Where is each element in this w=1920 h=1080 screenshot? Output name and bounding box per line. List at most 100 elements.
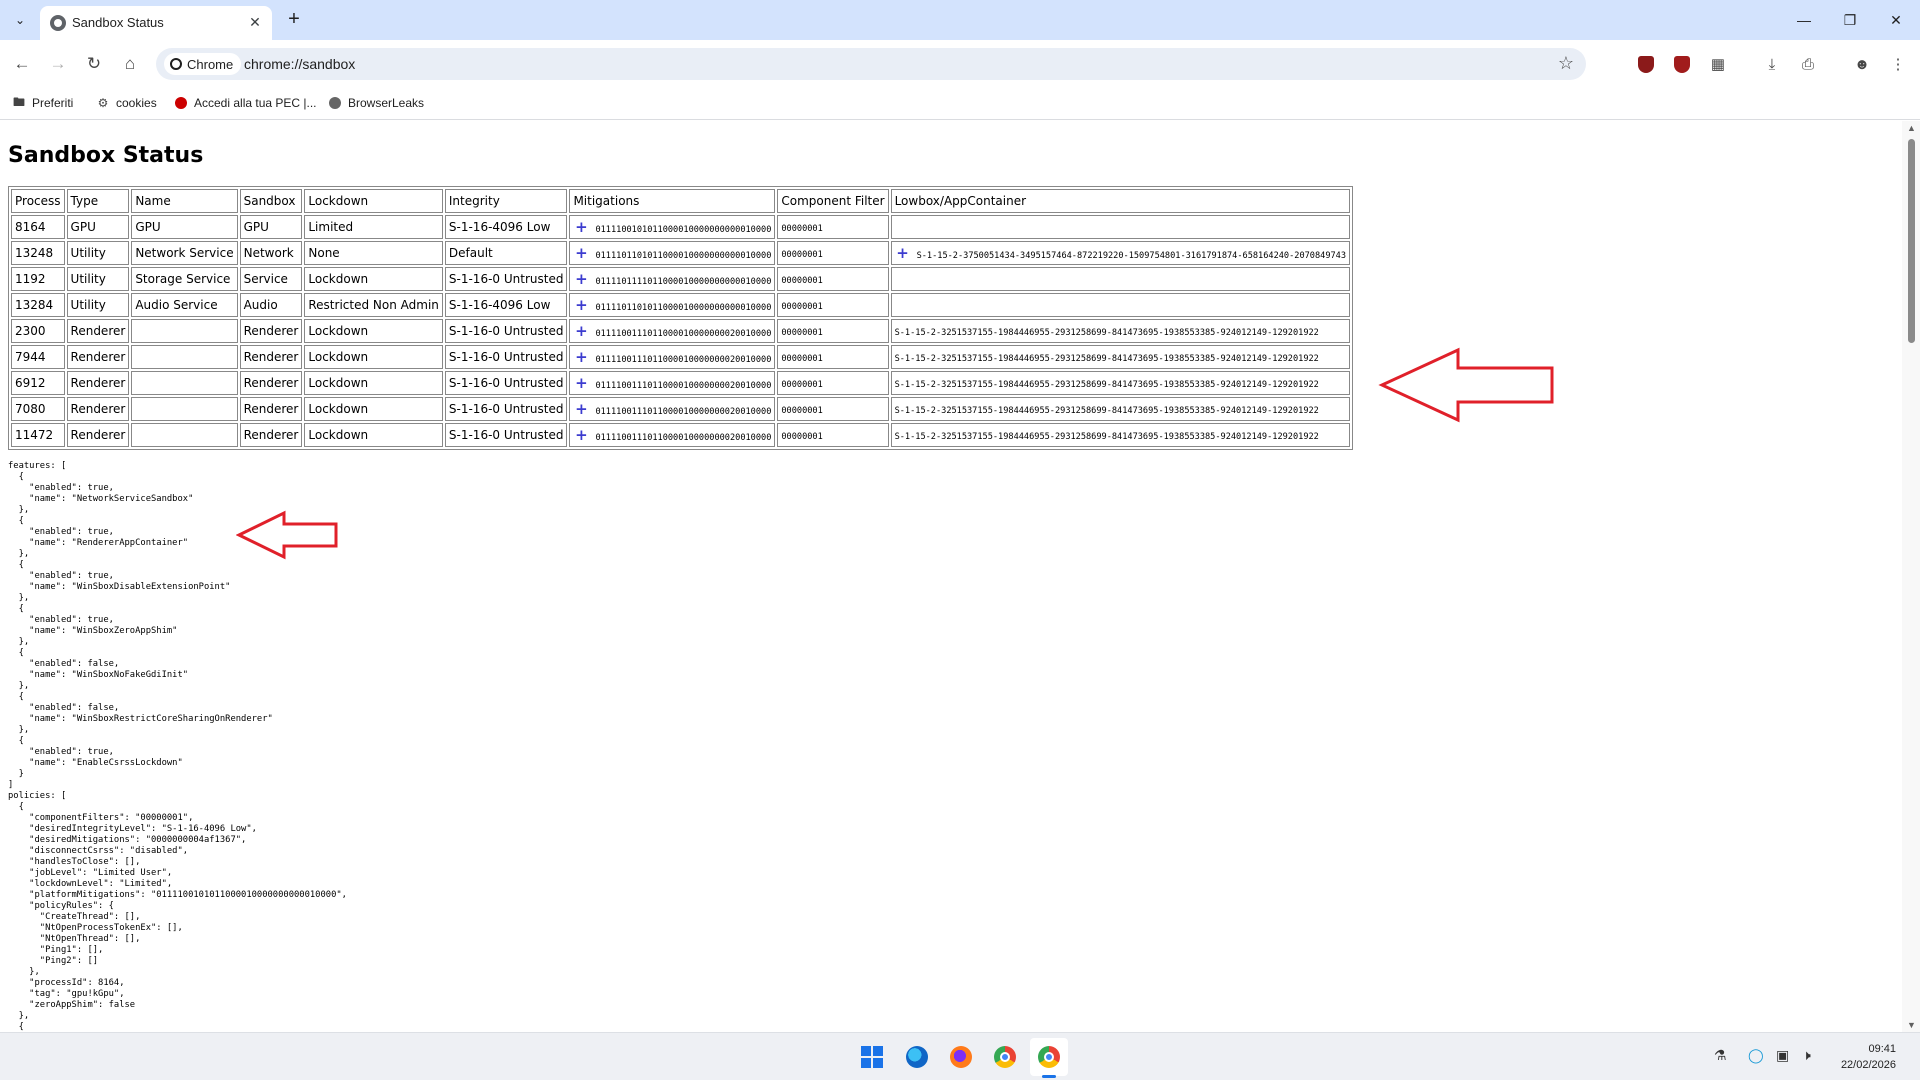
- profile-avatar-icon[interactable]: ☻: [1848, 50, 1876, 78]
- tab-search-chevron-icon[interactable]: ⌄: [8, 8, 32, 32]
- start-windows-icon[interactable]: [858, 1043, 886, 1071]
- tray-app-icon[interactable]: ⚗: [1714, 1047, 1727, 1064]
- home-icon[interactable]: ⌂: [116, 50, 144, 78]
- volume-muted-icon[interactable]: 🕨: [1802, 1047, 1811, 1064]
- cell-value: Lockdown: [308, 428, 369, 442]
- close-tab-icon[interactable]: ✕: [246, 13, 264, 31]
- cell-process: 1192: [11, 267, 65, 291]
- expand-plus-icon[interactable]: +: [573, 426, 589, 444]
- cell-process: 7080: [11, 397, 65, 421]
- cell-type: Utility: [66, 267, 130, 291]
- expand-plus-icon[interactable]: +: [573, 218, 589, 236]
- download-icon[interactable]: ⤓: [1758, 50, 1786, 78]
- cell-component-filter: 00000001: [777, 397, 889, 421]
- edge-browser-icon[interactable]: [903, 1043, 931, 1071]
- restore-icon[interactable]: ❐: [1835, 8, 1865, 32]
- cell-value: Service: [243, 272, 288, 286]
- expand-plus-icon[interactable]: +: [573, 296, 589, 314]
- browser-toolbar: ← → ↻ ⌂ Chrome chrome://sandbox ☆ ▦ ⤓ ⎙ …: [0, 40, 1920, 86]
- bookmark-preferiti[interactable]: 🖿 Preferiti: [12, 93, 73, 113]
- new-tab-plus-icon[interactable]: +: [282, 8, 306, 32]
- table-row: 8164 GPU GPU GPU Limited S-1-16-4096 Low +0111…: [11, 215, 1351, 239]
- cell-value: 0111100101011000010000000000010000: [595, 225, 772, 235]
- cell-name: [131, 423, 238, 447]
- bookmark-browserleaks[interactable]: BrowserLeaks: [328, 93, 424, 113]
- cell-value: 00000001: [781, 380, 823, 390]
- expand-plus-icon[interactable]: +: [573, 322, 589, 340]
- chrome-active-icon[interactable]: [1035, 1043, 1063, 1071]
- reload-icon[interactable]: ↻: [80, 50, 108, 78]
- cell-sandbox: GPU: [239, 215, 303, 239]
- ublock-extension-icon[interactable]: [1632, 50, 1660, 78]
- cell-value: 7080: [15, 402, 46, 416]
- tab-sandbox-status[interactable]: Sandbox Status ✕: [40, 6, 272, 40]
- cell-value: S-1-15-2-3251537155-1984446955-293125869…: [894, 328, 1319, 338]
- extensions-puzzle-icon[interactable]: ▦: [1704, 50, 1732, 78]
- bookmark-label: Accedi alla tua PEC |...: [194, 96, 317, 110]
- cell-component-filter: 00000001: [777, 267, 889, 291]
- cell-mitigations: +0111100111011000010000000020010000: [569, 319, 776, 343]
- cell-value: 0111101101011000010000000000010000: [595, 251, 772, 261]
- expand-plus-icon[interactable]: +: [573, 244, 589, 262]
- bookmark-cookies[interactable]: ⚙ cookies: [96, 93, 157, 113]
- close-window-icon[interactable]: ✕: [1881, 8, 1911, 32]
- minimize-icon[interactable]: —: [1789, 8, 1819, 32]
- table-row: 13284 Utility Audio Service Audio Restricted…: [11, 293, 1351, 317]
- cell-integrity: S-1-16-0 Untrusted: [444, 345, 568, 369]
- cell-value: Utility: [70, 272, 106, 286]
- cell-value: Limited: [308, 220, 354, 234]
- site-info-chip[interactable]: Chrome: [164, 53, 242, 75]
- forward-arrow-icon[interactable]: →: [44, 50, 72, 78]
- table-row: 13248 Utility Network Service Network None De…: [11, 241, 1351, 265]
- shield-extension-icon[interactable]: [1668, 50, 1696, 78]
- cell-sandbox: Renderer: [239, 371, 303, 395]
- windows-taskbar: ⚗ ◯ ▣ 🕨 09:41 22/02/2026: [0, 1032, 1920, 1080]
- expand-plus-icon[interactable]: +: [573, 374, 589, 392]
- bookmark-label: BrowserLeaks: [348, 96, 425, 110]
- expand-plus-icon[interactable]: +: [895, 244, 911, 262]
- cell-value: 2300: [15, 324, 46, 338]
- bookmark-pec[interactable]: Accedi alla tua PEC |...: [174, 93, 317, 113]
- url-text[interactable]: chrome://sandbox: [244, 56, 355, 72]
- scroll-down-arrow-icon[interactable]: ▼: [1907, 1020, 1916, 1030]
- cell-component-filter: 00000001: [777, 319, 889, 343]
- expand-plus-icon[interactable]: +: [573, 348, 589, 366]
- cell-process: 7944: [11, 345, 65, 369]
- cell-value: S-1-16-0 Untrusted: [448, 402, 564, 416]
- cell-value: Default: [448, 246, 493, 260]
- pec-favicon-icon: [174, 96, 188, 110]
- cell-type: Renderer: [66, 423, 130, 447]
- print-icon[interactable]: ⎙: [1794, 50, 1822, 78]
- header-lockdown: Lockdown: [304, 189, 443, 213]
- firefox-icon[interactable]: [947, 1043, 975, 1071]
- scroll-up-arrow-icon[interactable]: ▲: [1907, 123, 1916, 133]
- menu-kebab-icon[interactable]: ⋮: [1884, 50, 1912, 78]
- chrome-icon[interactable]: [991, 1043, 1019, 1071]
- bookmark-star-icon[interactable]: ☆: [1558, 53, 1574, 74]
- cell-process: 6912: [11, 371, 65, 395]
- address-bar[interactable]: Chrome chrome://sandbox ☆: [156, 48, 1586, 80]
- security-tray-icon[interactable]: ◯: [1748, 1047, 1764, 1064]
- cell-value: 00000001: [781, 302, 823, 312]
- cell-process: 8164: [11, 215, 65, 239]
- cell-value: 00000001: [781, 432, 823, 442]
- annotation-arrow-table: [1378, 347, 1554, 423]
- cell-integrity: S-1-16-4096 Low: [444, 215, 568, 239]
- cell-value: Renderer: [243, 324, 299, 338]
- cell-value: Renderer: [70, 428, 126, 442]
- expand-plus-icon[interactable]: +: [573, 400, 589, 418]
- cell-value: S-1-16-4096 Low: [448, 220, 551, 234]
- scrollbar-thumb[interactable]: [1908, 139, 1915, 343]
- cell-name: [131, 371, 238, 395]
- network-display-icon[interactable]: ▣: [1776, 1047, 1789, 1064]
- cell-process: 13248: [11, 241, 65, 265]
- expand-plus-icon[interactable]: +: [573, 270, 589, 288]
- cell-value: Renderer: [70, 402, 126, 416]
- back-arrow-icon[interactable]: ←: [8, 50, 36, 78]
- vertical-scrollbar[interactable]: ▲ ▼: [1902, 121, 1920, 1032]
- cell-value: 00000001: [781, 328, 823, 338]
- cell-value: Renderer: [243, 428, 299, 442]
- system-clock[interactable]: 09:41 22/02/2026: [1841, 1041, 1896, 1073]
- cell-type: Utility: [66, 241, 130, 265]
- cell-integrity: S-1-16-0 Untrusted: [444, 423, 568, 447]
